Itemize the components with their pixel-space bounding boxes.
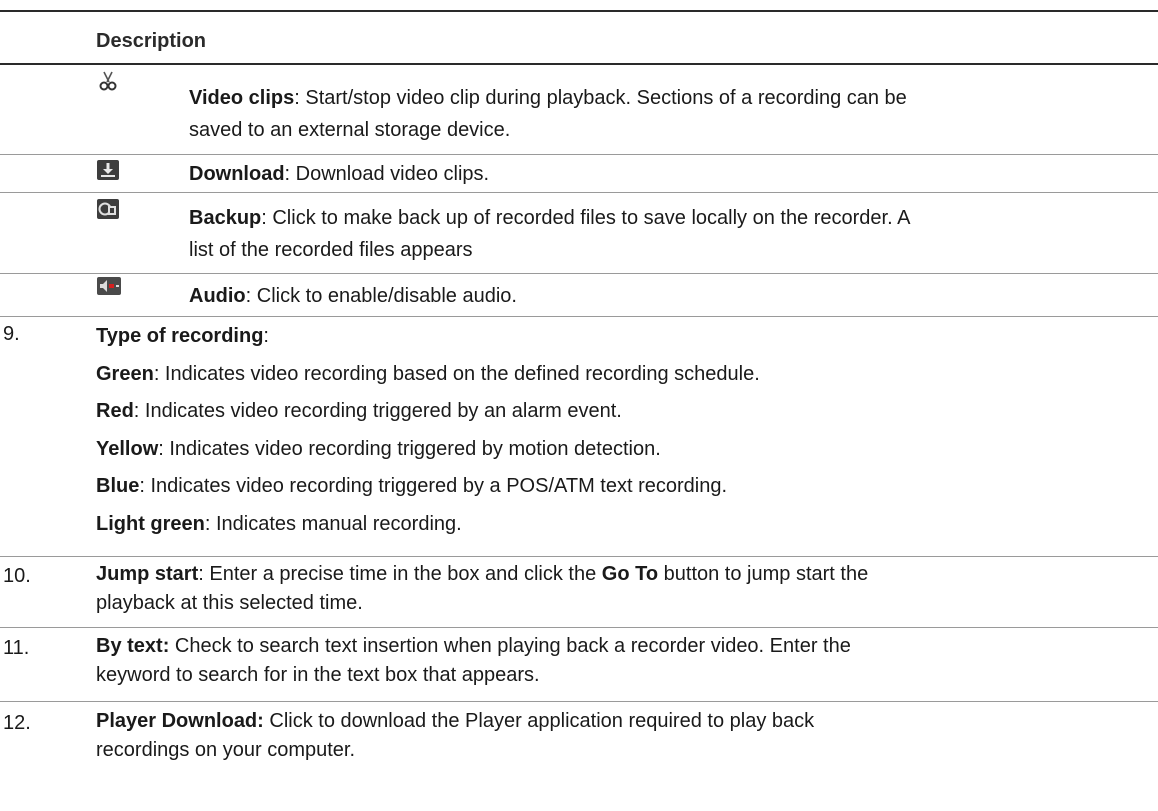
light-green-term: Light green	[96, 512, 205, 535]
row-divider	[0, 316, 1158, 317]
item-number: 11.	[3, 637, 30, 659]
type-of-recording-title: Type of recording	[96, 325, 264, 347]
backup-term: Backup	[189, 207, 262, 229]
download-text: : Download video clips.	[284, 163, 490, 185]
audio-text: : Click to enable/disable audio.	[245, 285, 517, 307]
table-top-rule	[0, 10, 1158, 12]
audio-mute-icon	[97, 277, 121, 297]
yellow-term: Yellow	[96, 437, 159, 460]
table-header-description: Description	[96, 30, 207, 52]
row-divider	[0, 154, 1158, 155]
row-divider	[0, 627, 1158, 628]
backup-text-line2: list of the recorded files appears	[189, 239, 473, 261]
go-to-term: Go To	[601, 563, 659, 585]
download-term: Download	[189, 163, 285, 185]
backup-text: : Click to make back up of recorded file…	[261, 207, 911, 229]
row-divider	[0, 701, 1158, 702]
backup-icon	[97, 199, 119, 219]
scissors-icon	[97, 70, 119, 92]
table-row-audio: Audio: Click to enable/disable audio.	[189, 280, 1149, 312]
item-type-of-recording: Type of recording: Green: Indicates vide…	[96, 325, 760, 535]
item-by-text: By text: Check to search text insertion …	[96, 635, 851, 686]
row-divider	[0, 192, 1158, 193]
table-row-backup: Backup: Click to make back up of recorde…	[189, 202, 1149, 266]
item-jump-start: Jump start: Enter a precise time in the …	[96, 563, 869, 614]
red-term: Red	[96, 400, 134, 422]
blue-term: Blue	[96, 475, 140, 497]
jump-start-title: Jump start	[96, 563, 199, 585]
item-player-download: Player Download: Click to download the P…	[96, 710, 815, 761]
table-header-rule	[0, 63, 1158, 65]
row-divider	[0, 273, 1158, 274]
player-download-title: Player Download:	[96, 710, 264, 732]
by-text-title: By text:	[96, 635, 170, 657]
item-number: 9.	[3, 323, 20, 345]
item-number: 10.	[3, 565, 31, 587]
green-term: Green	[96, 362, 154, 385]
download-icon	[97, 160, 119, 180]
row-divider	[0, 556, 1158, 557]
table-row-video-clips: Video clips: Start/stop video clip durin…	[189, 82, 1149, 146]
item-number: 12.	[3, 712, 31, 734]
table-row-download: Download: Download video clips.	[189, 158, 1149, 190]
audio-term: Audio	[189, 285, 246, 307]
video-clips-text-line2: saved to an external storage device.	[189, 119, 511, 141]
video-clips-text: : Start/stop video clip during playback.…	[294, 87, 907, 109]
video-clips-term: Video clips	[189, 87, 295, 109]
